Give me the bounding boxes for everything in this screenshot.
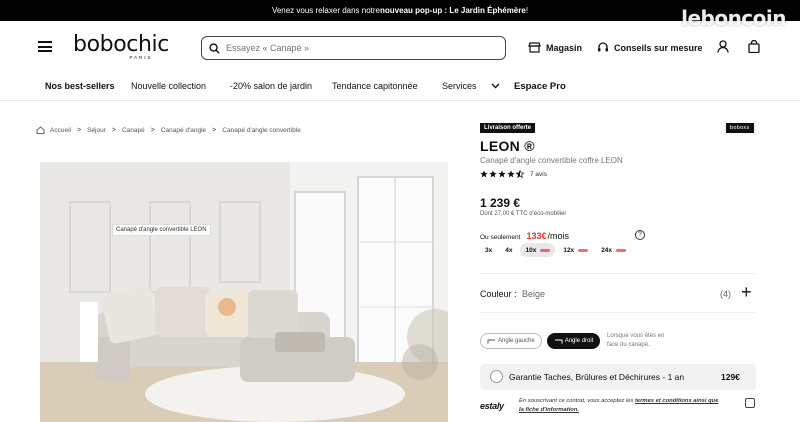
- product-title: LEON ®: [480, 138, 535, 154]
- nav-tufted-trend[interactable]: Tendance capitonnée: [332, 81, 418, 91]
- installment-amount: 133€: [526, 231, 547, 241]
- rating[interactable]: 7 avis: [480, 170, 547, 178]
- star-icon: [489, 170, 497, 178]
- breadcrumb-canape-angle-convertible[interactable]: Canapé d'angle convertible: [222, 127, 301, 134]
- plus-icon[interactable]: +: [741, 282, 752, 303]
- site-logo[interactable]: bobochic PARIS: [73, 32, 169, 61]
- warranty-text: Garantie Taches, Brûlures et Déchirures …: [509, 372, 685, 382]
- angle-right-label: Angle droit: [564, 338, 594, 344]
- nav-pro-space[interactable]: Espace Pro: [514, 81, 566, 92]
- breadcrumb-separator: >: [212, 126, 217, 134]
- financing-logo-icon: [540, 248, 551, 252]
- angle-right-button[interactable]: Angle droit: [546, 333, 601, 349]
- angle-left-icon: [487, 339, 495, 343]
- nav-best-sellers[interactable]: Nos best-sellers: [45, 81, 115, 91]
- color-label: Couleur :: [480, 289, 517, 299]
- star-icon: [507, 170, 515, 178]
- breadcrumb-canape-angle[interactable]: Canapé d'angle: [161, 127, 206, 134]
- home-icon[interactable]: [36, 126, 45, 134]
- installment-period: /mois: [547, 231, 570, 241]
- chevron-down-icon: [491, 83, 500, 89]
- site-header: bobochic PARIS Magasin Conseils sur mesu…: [0, 21, 800, 73]
- plan-label: 10x: [525, 246, 537, 254]
- breadcrumb: Accueil > Séjour > Canapé > Canapé d'ang…: [36, 126, 301, 134]
- breadcrumb-home[interactable]: Accueil: [50, 127, 71, 134]
- installment-label: Ou seulement: [480, 234, 521, 241]
- product-photo[interactable]: [40, 162, 448, 422]
- breadcrumb-canape[interactable]: Canapé: [122, 127, 145, 134]
- help-icon[interactable]: ?: [635, 230, 645, 240]
- search-icon: [209, 42, 220, 54]
- warranty-radio[interactable]: [490, 370, 503, 383]
- plan-12x[interactable]: 12x: [558, 243, 594, 257]
- promo-text-1: Venez vous relaxer dans notre: [271, 6, 381, 15]
- product-price: 1 239 €: [480, 196, 521, 210]
- store-icon: [528, 42, 541, 53]
- financing-logo-icon: [578, 248, 589, 252]
- estaly-logo: estaly: [480, 401, 504, 411]
- breadcrumb-separator: >: [76, 126, 82, 134]
- terms-link[interactable]: termes et conditions ainsi que: [635, 398, 718, 404]
- warranty-option[interactable]: Garantie Taches, Brûlures et Déchirures …: [480, 364, 756, 390]
- installment: Ou seulement 133€ /mois: [480, 231, 569, 241]
- breadcrumb-separator: >: [111, 126, 116, 134]
- search-bar[interactable]: [201, 36, 506, 60]
- search-input[interactable]: [226, 43, 486, 53]
- color-selector[interactable]: Couleur : Beige (4) +: [480, 273, 756, 313]
- ecotax: Dont 27,00 € TTC d'éco-mobilier: [480, 211, 567, 217]
- nav-services-label: Services: [442, 81, 477, 91]
- orientation-selector: Angle gauche Angle droit: [480, 333, 605, 349]
- store-label: Magasin: [546, 42, 583, 53]
- custom-advice-link[interactable]: Conseils sur mesure: [597, 42, 703, 54]
- plan-label: 3x: [485, 246, 493, 254]
- menu-icon[interactable]: [38, 41, 52, 52]
- nav-new-collection[interactable]: Nouvelle collection: [131, 81, 206, 91]
- star-half-icon: [516, 170, 524, 178]
- review-count[interactable]: 7 avis: [530, 171, 547, 178]
- account-icon[interactable]: [717, 40, 729, 58]
- plan-24x[interactable]: 24x: [596, 243, 632, 257]
- free-delivery-badge: Livraison offerte: [480, 123, 536, 133]
- breadcrumb-sejour[interactable]: Séjour: [87, 127, 106, 134]
- brand-tag: boboxs: [726, 123, 754, 133]
- plan-label: 12x: [563, 246, 575, 254]
- legal-text-1: En souscrivant ce contrat, vous acceptez…: [519, 398, 635, 404]
- promo-text-bold: nouveau pop-up : Le Jardin Éphémère: [380, 6, 526, 15]
- info-sheet-link[interactable]: la fiche d'information.: [519, 407, 579, 413]
- installment-plans: 3x 4x 10x 12x 24x: [480, 243, 634, 257]
- plan-10x[interactable]: 10x: [520, 243, 556, 257]
- nav-services[interactable]: Services: [442, 81, 500, 91]
- promo-text-2: !: [525, 6, 529, 15]
- star-icon: [498, 170, 506, 178]
- plan-3x[interactable]: 3x: [480, 243, 498, 257]
- legal-text: En souscrivant ce contrat, vous acceptez…: [519, 397, 744, 415]
- breadcrumb-separator: >: [150, 126, 155, 134]
- product-subtitle: Canapé d'angle convertible coffre LEON: [480, 156, 623, 165]
- warranty-price: 129€: [721, 372, 740, 382]
- angle-left-label: Angle gauche: [498, 338, 535, 344]
- terms-checkbox[interactable]: [745, 398, 755, 408]
- angle-right-icon: [554, 339, 563, 343]
- angle-left-button[interactable]: Angle gauche: [480, 333, 542, 349]
- headset-icon: [598, 42, 608, 52]
- plan-label: 24x: [601, 246, 613, 254]
- plan-4x[interactable]: 4x: [500, 243, 518, 257]
- star-icon: [480, 170, 488, 178]
- plan-label: 4x: [505, 246, 513, 254]
- custom-advice-label: Conseils sur mesure: [614, 43, 703, 53]
- orientation-note: Lorsque vous êtes en face du canapé.: [607, 333, 665, 348]
- financing-logo-icon: [616, 248, 627, 252]
- photo-tag[interactable]: Canapé d'angle convertible LEON: [112, 224, 211, 236]
- store-link[interactable]: Magasin: [528, 42, 582, 53]
- main-nav: Nos best-sellers Nouvelle collection -20…: [0, 73, 800, 101]
- cart-icon[interactable]: [748, 39, 760, 58]
- promo-banner[interactable]: Venez vous relaxer dans notre nouveau po…: [0, 0, 800, 21]
- logo-name: bobochic: [73, 32, 169, 57]
- nav-garden-sale[interactable]: -20% salon de jardin: [230, 81, 312, 91]
- living-room-image: [40, 162, 448, 422]
- color-value: Beige: [522, 289, 546, 299]
- color-count: (4): [720, 289, 731, 299]
